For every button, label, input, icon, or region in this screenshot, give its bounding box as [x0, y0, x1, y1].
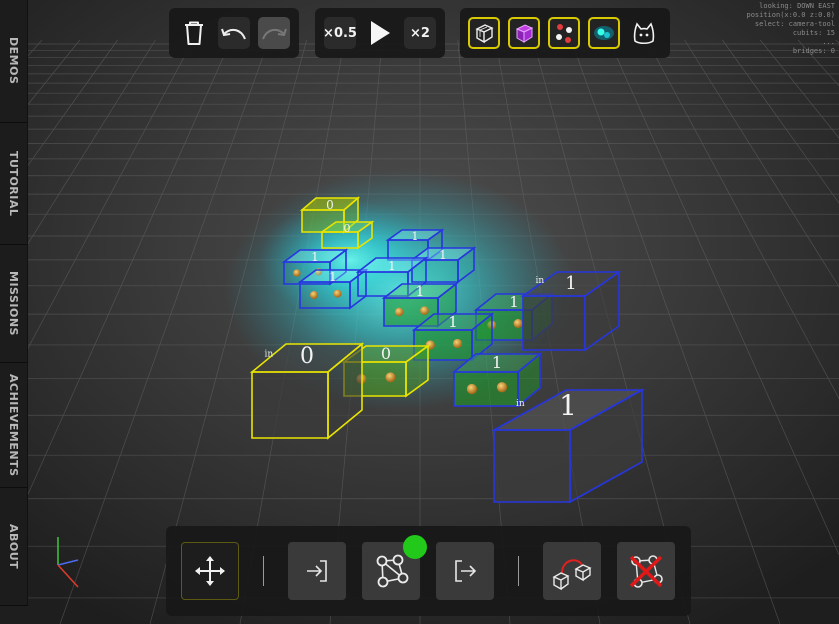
- cube-digit: 1: [565, 273, 576, 294]
- faster-button[interactable]: ×2: [404, 17, 436, 49]
- graph-nodes-icon: [376, 554, 409, 588]
- tool-toolbar: [166, 526, 691, 616]
- particle-ball: [496, 382, 508, 393]
- output-arrow-icon: [455, 560, 477, 582]
- wireframe-toggle[interactable]: [468, 17, 500, 49]
- tab-missions[interactable]: MISSIONS: [0, 245, 28, 363]
- tab-achievements[interactable]: ACHIEVEMENTS: [0, 363, 28, 488]
- toolbar-divider: [518, 556, 519, 586]
- delete-graph-button[interactable]: [617, 542, 675, 600]
- redo-button[interactable]: [258, 17, 290, 49]
- toolbar-divider: [263, 556, 264, 586]
- input-cubit-0[interactable]: 0 in: [249, 342, 365, 440]
- trash-button[interactable]: [178, 17, 210, 49]
- input-tag: in: [265, 349, 274, 359]
- particle-ball: [333, 289, 342, 298]
- delete-graph-icon: [629, 555, 663, 588]
- cube-digit: 1: [416, 284, 425, 300]
- cubit[interactable]: 1: [409, 246, 477, 284]
- glow-blob-icon: [594, 26, 614, 40]
- faster-label: ×2: [410, 25, 430, 41]
- redo-arrow-icon: [262, 28, 287, 40]
- status-line: ...: [822, 38, 835, 46]
- particle-ball: [420, 306, 429, 315]
- slower-label: ×0.5: [323, 25, 357, 41]
- tab-label: TUTORIAL: [7, 150, 20, 217]
- bridge-cubes-icon: [552, 559, 592, 591]
- move-arrows-icon: [195, 556, 225, 586]
- move-tool-button[interactable]: [181, 542, 239, 600]
- particle-ball: [385, 372, 396, 383]
- tab-label: DEMOS: [7, 37, 20, 85]
- view-mode-toolbar: [460, 8, 670, 58]
- tab-tutorial[interactable]: TUTORIAL: [0, 123, 28, 245]
- bridge-tool-button[interactable]: [543, 542, 601, 600]
- particle-ball: [466, 383, 478, 395]
- trash-icon: [185, 21, 203, 45]
- slower-button[interactable]: ×0.5: [323, 17, 357, 49]
- cat-icon: [633, 22, 655, 45]
- cube-digit: 0: [326, 198, 334, 212]
- cube-digit: 1: [388, 259, 396, 273]
- tab-label: MISSIONS: [7, 271, 20, 336]
- cube-face-front: [252, 372, 328, 438]
- particles-icon: [556, 24, 572, 43]
- status-line: position(x:0.0 z:0.0): [746, 11, 835, 19]
- cube-digit: 1: [439, 248, 447, 262]
- tab-about[interactable]: ABOUT: [0, 488, 28, 606]
- cube-digit: 0: [300, 344, 314, 369]
- cube-face-front: [454, 372, 518, 406]
- cube-digit: 1: [311, 250, 319, 264]
- input-tag: in: [536, 276, 545, 286]
- particle-ball: [394, 307, 404, 317]
- glow-toggle[interactable]: [588, 17, 620, 49]
- status-readout: looking: DOWN EAST position(x:0.0 z:0.0)…: [746, 2, 835, 56]
- output-tool-button[interactable]: [436, 542, 494, 600]
- tab-label: ABOUT: [7, 523, 20, 570]
- undo-button[interactable]: [218, 17, 250, 49]
- particle-ball: [513, 319, 523, 328]
- cube-digit: 1: [329, 270, 337, 284]
- tab-label: ACHIEVEMENTS: [7, 373, 20, 477]
- cube-face-front: [523, 296, 585, 350]
- input-tag: in: [516, 399, 525, 409]
- cube-digit: 1: [509, 293, 519, 311]
- play-icon: [371, 21, 390, 45]
- cube-digit: 1: [559, 389, 577, 422]
- input-tool-button[interactable]: [288, 542, 346, 600]
- cubit[interactable]: 1: [451, 352, 543, 408]
- status-line: select: camera-tool: [754, 20, 835, 28]
- wireframe-cube-icon: [475, 24, 494, 44]
- status-line: bridges: 0: [792, 47, 835, 55]
- input-arrow-icon: [307, 560, 327, 582]
- cube-digit: 1: [412, 230, 419, 243]
- cat-toggle[interactable]: [628, 17, 660, 49]
- particle-ball: [293, 269, 301, 277]
- particles-toggle[interactable]: [548, 17, 580, 49]
- solid-toggle[interactable]: [508, 17, 540, 49]
- status-line: cubits: 15: [792, 29, 835, 37]
- cube-digit: 1: [448, 313, 458, 331]
- cube-digit: 0: [381, 344, 391, 363]
- cube-face-front: [494, 430, 570, 502]
- notification-badge: [403, 535, 427, 559]
- cube-digit: 0: [344, 222, 351, 235]
- tab-demos[interactable]: DEMOS: [0, 0, 28, 123]
- status-line: looking: DOWN EAST: [759, 2, 835, 10]
- particle-ball: [310, 291, 318, 299]
- cube-digit: 1: [492, 353, 502, 372]
- play-button[interactable]: [364, 17, 396, 49]
- purple-cube-icon: [515, 24, 534, 43]
- speed-toolbar: ×0.5 ×2: [315, 8, 445, 58]
- history-toolbar: [169, 8, 299, 58]
- particle-ball: [452, 338, 463, 349]
- undo-arrow-icon: [221, 28, 246, 40]
